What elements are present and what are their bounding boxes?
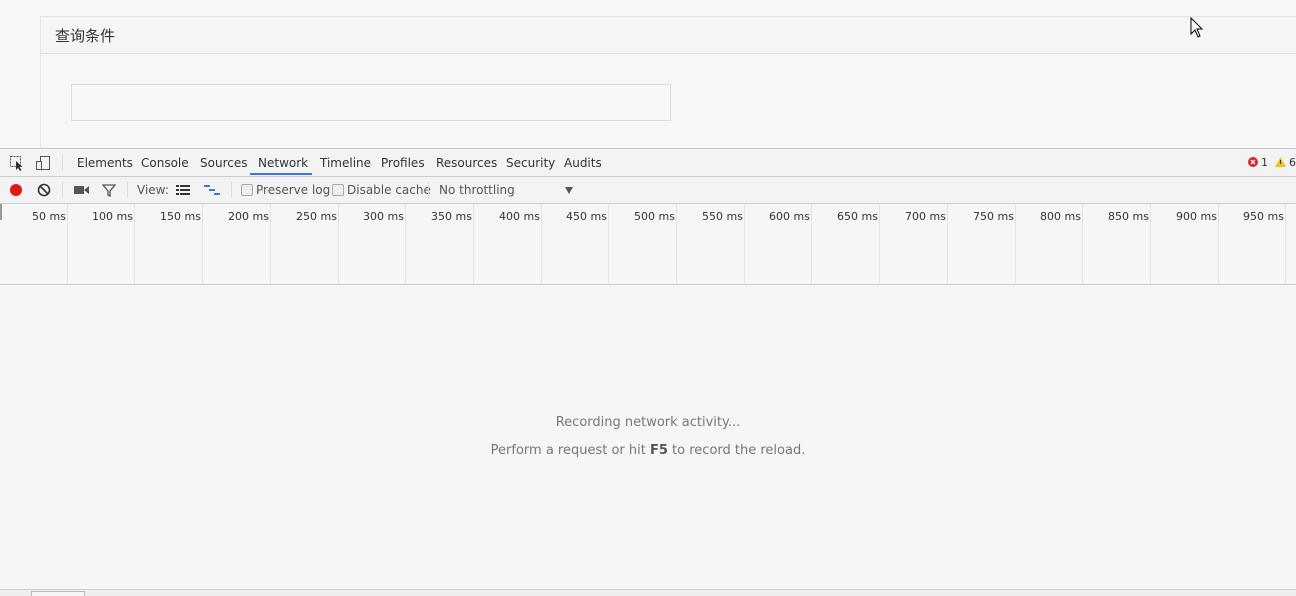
divider [231, 182, 232, 198]
timeline-overview[interactable]: 50 ms 100 ms 150 ms 200 ms 250 ms 300 ms 350 m… [0, 204, 1296, 285]
timeline-tick-label: 400 ms [478, 210, 540, 223]
preserve-log-checkbox[interactable] [241, 184, 253, 196]
timeline-gridline [405, 204, 406, 284]
timeline-tick-label: 100 ms [71, 210, 133, 223]
tab-audits[interactable]: Audits [564, 156, 602, 170]
hint-text: Perform a request or hit [491, 443, 650, 458]
throttling-select[interactable]: No throttling [439, 183, 515, 197]
timeline-tick-label: 850 ms [1087, 210, 1149, 223]
hint-key: F5 [650, 443, 668, 458]
timeline-gridline [1285, 204, 1286, 284]
timeline-tick-label: 500 ms [613, 210, 675, 223]
web-page: 查询条件 [0, 0, 1296, 148]
divider [62, 154, 63, 171]
timeline-handle[interactable] [0, 204, 2, 220]
hint-text: to record the reload. [668, 443, 805, 458]
timeline-gridline [473, 204, 474, 284]
console-counts[interactable]: 1 6 [1248, 156, 1296, 169]
timeline-tick-label: 450 ms [545, 210, 607, 223]
query-panel: 查询条件 [40, 16, 1296, 157]
tab-security[interactable]: Security [506, 156, 555, 170]
timeline-tick-label: 200 ms [207, 210, 269, 223]
list-view-icon[interactable] [176, 184, 190, 196]
disable-cache-label[interactable]: Disable cache [347, 183, 431, 197]
disable-cache-checkbox[interactable] [332, 184, 344, 196]
timeline-tick-label: 950 ms [1222, 210, 1284, 223]
waterfall-view-icon[interactable] [204, 184, 220, 196]
view-label: View: [137, 183, 169, 197]
empty-state-title: Recording network activity... [0, 415, 1296, 430]
devtools-panel: Elements Console Sources Network Timelin… [0, 148, 1296, 595]
tab-console[interactable]: Console [141, 156, 189, 170]
panel-header: 查询条件 [41, 17, 1296, 54]
query-input[interactable] [71, 84, 671, 121]
timeline-gridline [1015, 204, 1016, 284]
timeline-gridline [134, 204, 135, 284]
record-icon[interactable] [9, 183, 23, 197]
timeline-tick-label: 600 ms [748, 210, 810, 223]
timeline-gridline [879, 204, 880, 284]
inspect-element-icon[interactable] [9, 155, 25, 171]
divider [428, 182, 429, 198]
mouse-cursor-icon [1190, 17, 1204, 39]
warning-icon [1275, 157, 1286, 167]
timeline-gridline [541, 204, 542, 284]
network-toolbar: View: Preserve log Disable cache No thro… [0, 177, 1296, 204]
divider [62, 182, 63, 198]
tab-resources[interactable]: Resources [436, 156, 497, 170]
timeline-gridline [947, 204, 948, 284]
timeline-tick-label: 750 ms [952, 210, 1014, 223]
active-tab-indicator [250, 173, 312, 175]
chevron-down-icon[interactable] [565, 187, 573, 194]
timeline-tick-label: 250 ms [275, 210, 337, 223]
devtools-tabbar: Elements Console Sources Network Timelin… [0, 149, 1296, 177]
timeline-gridline [744, 204, 745, 284]
timeline-tick-label: 700 ms [884, 210, 946, 223]
clear-icon[interactable] [37, 183, 51, 197]
timeline-tick-label: 300 ms [342, 210, 404, 223]
timeline-gridline [676, 204, 677, 284]
warning-count: 6 [1289, 156, 1296, 169]
timeline-gridline [608, 204, 609, 284]
timeline-tick-label: 150 ms [139, 210, 201, 223]
timeline-gridline [270, 204, 271, 284]
timeline-tick-label: 900 ms [1155, 210, 1217, 223]
panel-title: 查询条件 [55, 25, 115, 46]
timeline-tick-label: 50 ms [4, 210, 66, 223]
tab-elements[interactable]: Elements [77, 156, 133, 170]
timeline-tick-label: 350 ms [410, 210, 472, 223]
tab-sources[interactable]: Sources [200, 156, 247, 170]
filter-icon[interactable] [102, 183, 116, 197]
drawer-bar [0, 589, 1296, 596]
timeline-gridline [811, 204, 812, 284]
timeline-gridline [1218, 204, 1219, 284]
tab-profiles[interactable]: Profiles [381, 156, 425, 170]
tab-timeline[interactable]: Timeline [320, 156, 371, 170]
divider [127, 182, 128, 198]
timeline-gridline [67, 204, 68, 284]
capture-screenshots-icon[interactable] [74, 185, 90, 195]
timeline-gridline [338, 204, 339, 284]
error-count: 1 [1261, 156, 1268, 169]
timeline-gridline [202, 204, 203, 284]
empty-state-hint: Perform a request or hit F5 to record th… [0, 443, 1296, 458]
timeline-gridline [1082, 204, 1083, 284]
tab-network[interactable]: Network [258, 156, 308, 170]
error-icon [1248, 157, 1258, 167]
timeline-tick-label: 650 ms [816, 210, 878, 223]
preserve-log-label[interactable]: Preserve log [256, 183, 330, 197]
timeline-tick-label: 800 ms [1019, 210, 1081, 223]
device-mode-icon[interactable] [35, 155, 51, 171]
timeline-tick-label: 550 ms [681, 210, 743, 223]
timeline-gridline [1150, 204, 1151, 284]
